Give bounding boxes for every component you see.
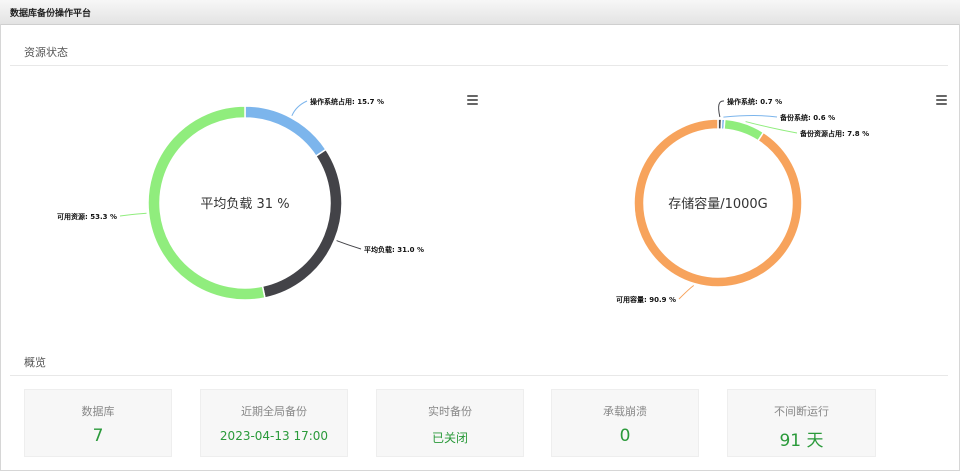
label-connector [678,285,695,300]
section-title-overview: 概览 [24,356,46,369]
card-realtime-backup: 实时备份 已关闭 [376,389,524,457]
chart-menu-icon[interactable] [467,95,478,105]
card-value: 2023-04-13 17:00 [219,429,329,443]
card-label: 实时备份 [428,405,472,418]
label-connector [291,100,308,116]
label-connector [119,212,147,217]
card-recent-backup: 近期全局备份 2023-04-13 17:00 [200,389,348,457]
app-title: 数据库备份操作平台 [10,9,92,19]
chart-center-title: 存储容量/1000G [668,196,768,212]
card-value: 已关闭 [431,431,468,445]
data-label: 操作系统: 0.7 % [727,97,782,106]
data-label: 平均负载: 31.0 % [364,245,424,254]
card-databases: 数据库 7 [24,389,172,457]
label-connector [718,100,725,118]
title-bar: 数据库备份操作平台 [0,0,960,25]
donut-slice[interactable] [244,105,327,158]
card-label: 承载崩溃 [603,405,647,418]
card-label: 近期全局备份 [241,405,307,418]
load-donut-chart: 操作系统占用: 15.7 % 平均负载: 31.0 % 可用资源: 53.3 % 平均… [57,97,424,301]
card-value: 91 天 [779,431,824,451]
card-value: 0 [619,426,631,446]
card-label: 不间断运行 [774,405,829,418]
card-crashes: 承载崩溃 0 [551,389,699,457]
card-uptime: 不间断运行 91 天 [727,389,876,457]
data-label: 可用容量: 90.9 % [616,295,676,304]
data-label: 备份系统: 0.6 % [779,113,835,122]
label-connector [723,115,778,118]
divider [10,375,948,376]
card-value: 7 [92,426,104,446]
data-label: 可用资源: 53.3 % [57,212,117,221]
donut-slice[interactable] [261,148,343,299]
label-connector [336,240,362,250]
section-title-status: 资源状态 [24,46,68,59]
card-label: 数据库 [81,405,115,418]
chart-menu-icon[interactable] [936,95,947,105]
donut-slice[interactable] [723,118,765,142]
storage-donut-chart: 操作系统: 0.7 % 备份系统: 0.6 % 备份资源占用: 7.8 % 可用容量:… [616,97,869,304]
data-label: 操作系统占用: 15.7 % [310,97,384,106]
chart-center-title: 平均负载 31 % [200,197,289,212]
data-label: 备份资源占用: 7.8 % [799,129,869,138]
